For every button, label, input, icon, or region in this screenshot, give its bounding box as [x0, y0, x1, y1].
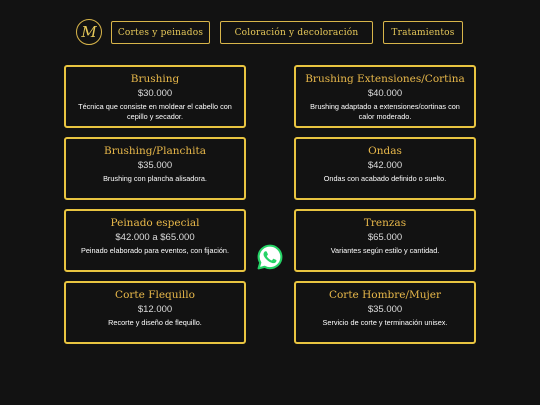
- service-card-corte-flequillo: Corte Flequillo $12.000 Recorte y diseño…: [64, 281, 246, 344]
- service-card-brushing-extensiones: Brushing Extensiones/Cortina $40.000 Bru…: [294, 65, 476, 128]
- service-card-ondas: Ondas $42.000 Ondas con acabado definido…: [294, 137, 476, 200]
- service-title: Corte Flequillo: [115, 289, 195, 301]
- service-description: Ondas con acabado definido o suelto.: [323, 174, 447, 183]
- service-title: Ondas: [368, 145, 402, 157]
- service-title: Brushing/Planchita: [104, 145, 206, 157]
- logo-letter: M: [81, 22, 97, 41]
- service-title: Brushing: [130, 73, 180, 85]
- service-description: Brushing adaptado a extensiones/cortinas…: [310, 102, 460, 121]
- service-title: Brushing Extensiones/Cortina: [305, 73, 465, 85]
- nav-tratamientos[interactable]: Tratamientos: [383, 21, 463, 44]
- service-title: Peinado especial: [110, 217, 200, 229]
- service-price: $35.000: [367, 304, 403, 315]
- service-card-brushing-planchita: Brushing/Planchita $35.000 Brushing con …: [64, 137, 246, 200]
- nav-cortes-y-peinados[interactable]: Cortes y peinados: [111, 21, 210, 44]
- service-title: Corte Hombre/Mujer: [328, 289, 442, 301]
- service-description: Brushing con plancha alisadora.: [103, 174, 207, 183]
- service-price: $12.000: [137, 304, 173, 315]
- service-description: Recorte y diseño de flequillo.: [108, 318, 202, 327]
- service-price: $42.000 a $65.000: [115, 232, 195, 243]
- service-description: Servicio de corte y terminación unisex.: [322, 318, 448, 327]
- logo[interactable]: M: [76, 19, 102, 45]
- service-card-trenzas: Trenzas $65.000 Variantes según estilo y…: [294, 209, 476, 272]
- whatsapp-button[interactable]: [256, 243, 284, 271]
- service-price: $42.000: [367, 160, 403, 171]
- service-title: Trenzas: [363, 217, 407, 229]
- service-price: $65.000: [367, 232, 403, 243]
- service-card-peinado-especial: Peinado especial $42.000 a $65.000 Peina…: [64, 209, 246, 272]
- service-card-corte-hombre-mujer: Corte Hombre/Mujer $35.000 Servicio de c…: [294, 281, 476, 344]
- service-description: Variantes según estilo y cantidad.: [330, 246, 440, 255]
- nav-coloracion-y-decoloracion[interactable]: Coloración y decoloración: [220, 21, 373, 44]
- service-description: Peinado elaborado para eventos, con fija…: [80, 246, 230, 255]
- service-price: $40.000: [367, 88, 403, 99]
- service-price: $30.000: [137, 88, 173, 99]
- service-price: $35.000: [137, 160, 173, 171]
- service-card-brushing: Brushing $30.000 Técnica que consiste en…: [64, 65, 246, 128]
- whatsapp-icon: [257, 244, 283, 270]
- service-description: Técnica que consiste en moldear el cabel…: [78, 102, 232, 121]
